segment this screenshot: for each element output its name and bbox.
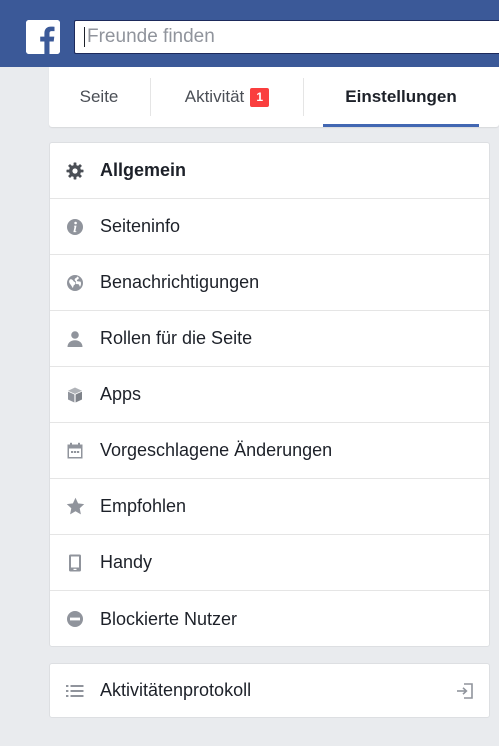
menu-item-empfohlen[interactable]: Empfohlen	[50, 479, 489, 535]
cube-icon	[50, 386, 100, 404]
menu-item-label: Allgemein	[100, 160, 187, 180]
globe-icon	[50, 274, 100, 292]
notification-badge: 1	[250, 87, 270, 107]
menu-item-label: Empfohlen	[100, 496, 187, 516]
page-tabs: Seite Aktivität 1 Einstellungen	[49, 67, 499, 127]
activity-log-link[interactable]: Aktivitätenprotokoll	[49, 663, 490, 718]
activity-log-label: Aktivitätenprotokoll	[100, 680, 252, 700]
menu-item-label: Benachrichtigungen	[100, 272, 260, 292]
settings-menu: Allgemein Seiteninfo Benachrichtigungen	[49, 142, 490, 647]
info-icon	[50, 218, 100, 236]
tab-einstellungen[interactable]: Einstellungen	[323, 67, 479, 127]
menu-item-label: Seiteninfo	[100, 216, 181, 236]
facebook-logo-icon[interactable]	[26, 20, 60, 54]
gear-icon	[50, 162, 100, 180]
menu-item-rollen[interactable]: Rollen für die Seite	[50, 311, 489, 367]
menu-item-apps[interactable]: Apps	[50, 367, 489, 423]
search-input[interactable]	[87, 26, 467, 48]
menu-item-allgemein[interactable]: Allgemein	[50, 143, 489, 199]
calendar-icon	[50, 442, 100, 460]
tab-seite[interactable]: Seite	[49, 67, 149, 127]
menu-item-label: Vorgeschlagene Änderungen	[100, 440, 333, 460]
list-icon	[50, 684, 100, 698]
tab-label: Seite	[79, 87, 119, 106]
menu-item-vorgeschlagene-aenderungen[interactable]: Vorgeschlagene Änderungen	[50, 423, 489, 479]
tab-label: Aktivität	[184, 87, 245, 106]
person-icon	[50, 330, 100, 348]
top-navigation-bar	[0, 0, 499, 67]
menu-item-label: Blockierte Nutzer	[100, 608, 238, 629]
menu-item-blockierte-nutzer[interactable]: Blockierte Nutzer	[50, 591, 489, 647]
tab-label: Einstellungen	[345, 87, 457, 106]
menu-item-label: Rollen für die Seite	[100, 328, 253, 348]
tab-aktivitaet[interactable]: Aktivität 1	[151, 67, 303, 127]
menu-item-seiteninfo[interactable]: Seiteninfo	[50, 199, 489, 255]
menu-item-benachrichtigungen[interactable]: Benachrichtigungen	[50, 255, 489, 311]
star-icon	[50, 497, 100, 516]
menu-item-handy[interactable]: Handy	[50, 535, 489, 591]
blocked-icon	[50, 610, 100, 628]
menu-item-label: Handy	[100, 552, 153, 572]
menu-item-label: Apps	[100, 384, 142, 404]
enter-icon[interactable]	[441, 682, 489, 700]
search-bar[interactable]	[74, 20, 499, 54]
text-cursor	[84, 27, 85, 47]
tab-divider	[303, 78, 304, 116]
phone-icon	[50, 554, 100, 572]
